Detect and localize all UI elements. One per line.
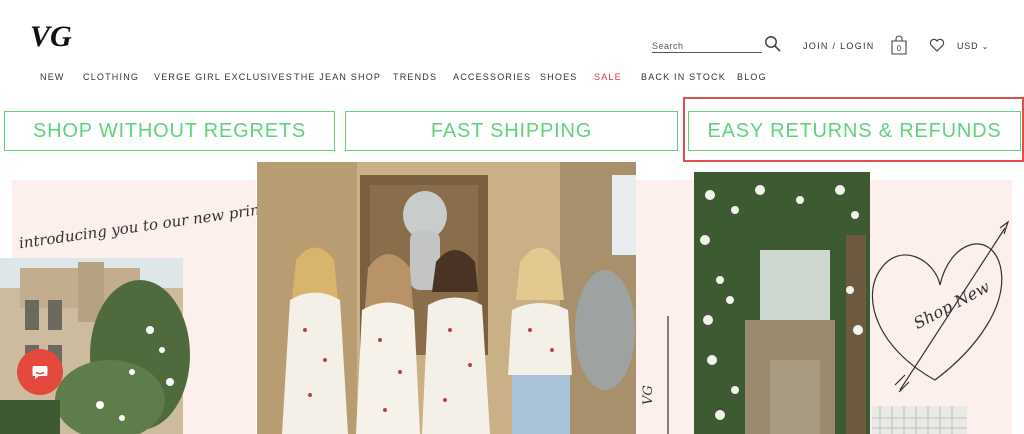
chevron-down-icon: ⌄ [981, 42, 990, 51]
currency-label: USD [957, 41, 979, 51]
logo-text: VG [30, 20, 72, 53]
nav-item-new[interactable]: NEW [40, 72, 65, 82]
banner-label: SHOP WITHOUT REGRETS [32, 119, 307, 142]
highlight-box [683, 97, 1024, 162]
chat-icon [32, 366, 48, 379]
nav-item-the-jean-shop[interactable]: THE JEAN SHOP [294, 72, 381, 82]
nav-item-accessories[interactable]: ACCESSORIES [453, 72, 531, 82]
logo[interactable]: VG [28, 18, 92, 54]
garden-photo [694, 172, 870, 434]
house-photo [0, 258, 190, 434]
banner-fast-shipping[interactable]: FAST SHIPPING [345, 111, 678, 151]
banner-shop-without-regrets[interactable]: SHOP WITHOUT REGRETS [4, 111, 335, 151]
models-photo [257, 162, 636, 434]
vertical-script: VG [641, 385, 656, 405]
nav-item-shoes[interactable]: SHOES [540, 72, 578, 82]
search-input[interactable] [652, 39, 760, 53]
nav-item-back-in-stock[interactable]: BACK IN STOCK [641, 72, 726, 82]
lattice-fence [872, 406, 967, 434]
chat-button[interactable] [17, 349, 63, 395]
banner-label: FAST SHIPPING [430, 119, 593, 142]
nav-item-trends[interactable]: TRENDS [393, 72, 437, 82]
search-icon[interactable] [764, 35, 782, 53]
search-field[interactable] [652, 36, 762, 53]
currency-selector[interactable]: USD ⌄ [957, 41, 989, 51]
nav-item-sale[interactable]: SALE [594, 72, 622, 82]
nav-item-blog[interactable]: BLOG [737, 72, 767, 82]
nav-item-clothing[interactable]: CLOTHING [83, 72, 139, 82]
join-login-link[interactable]: JOIN / LOGIN [803, 41, 875, 51]
nav-item-verge-girl-exclusives[interactable]: VERGE GIRL EXCLUSIVES [154, 72, 293, 82]
hero-collage[interactable]: introducing you to our new print! VG Sho… [0, 162, 1024, 434]
bag-count: 0 [897, 44, 902, 53]
heart-icon[interactable] [929, 38, 945, 52]
shopping-bag-icon[interactable]: 0 [890, 35, 908, 55]
